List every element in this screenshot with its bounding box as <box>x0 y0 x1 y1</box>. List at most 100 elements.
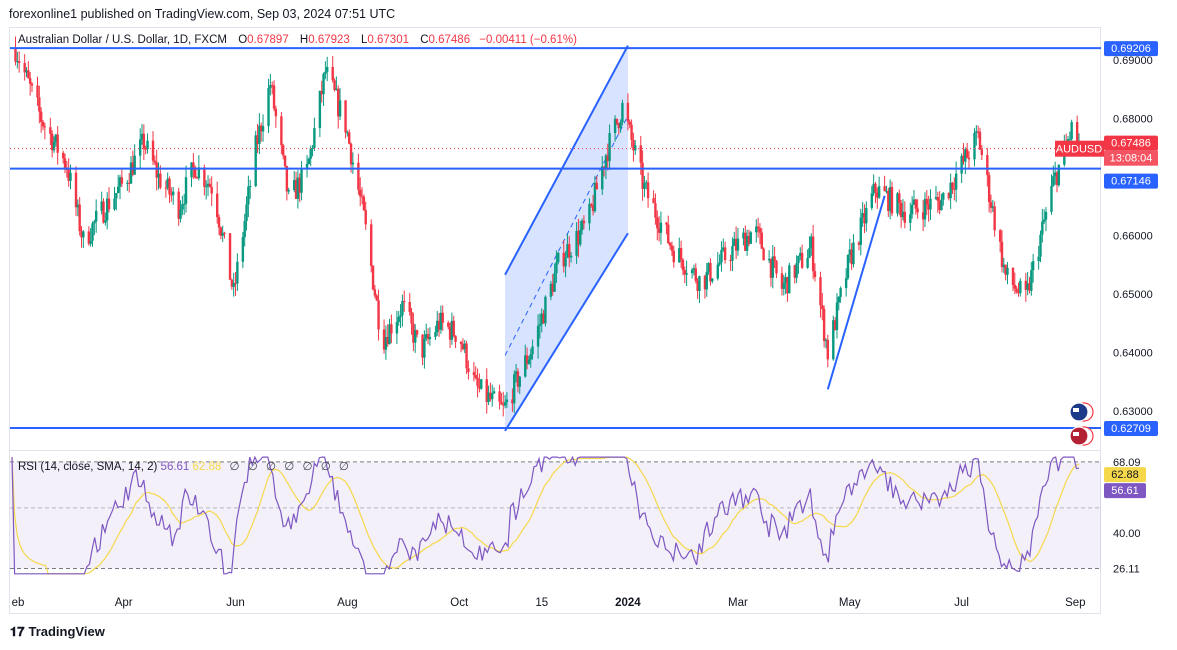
empty-value-5: ∅ <box>302 461 313 473</box>
candle-down <box>668 243 672 246</box>
candle-down <box>362 196 366 211</box>
candle-down <box>415 330 419 335</box>
candle-down <box>628 121 631 125</box>
candle-down <box>441 312 444 323</box>
price-channel <box>504 45 629 432</box>
candle-down <box>359 189 362 197</box>
candle-up <box>749 232 752 244</box>
candle-down <box>408 302 411 313</box>
candle-down <box>344 100 347 133</box>
rsi-legend[interactable]: RSI (14, close, SMA, 14, 2) 56.61 62.88 … <box>18 459 349 473</box>
candle-down <box>467 368 470 373</box>
candle-up <box>133 155 136 175</box>
candle-down <box>582 220 586 224</box>
candle-up <box>531 346 534 355</box>
candle-up <box>659 222 663 233</box>
candle-up <box>608 133 611 162</box>
candle-down <box>474 375 477 378</box>
candle-down <box>626 102 630 122</box>
candle-down <box>898 193 901 203</box>
candle-up <box>564 257 567 267</box>
candle-down <box>459 341 463 345</box>
open-value: 0.67897 <box>247 34 289 46</box>
candle-up <box>204 186 208 188</box>
candle-up <box>553 273 556 292</box>
candle-down <box>472 372 476 376</box>
candle-up <box>685 273 688 275</box>
candle-up <box>569 255 573 258</box>
candle-up <box>877 186 881 198</box>
price-chart[interactable]: 0.69000 0.68000 0.66000 0.65000 0.64000 0.630… <box>0 0 1177 650</box>
candle-down <box>370 224 373 266</box>
candle-down <box>102 201 105 223</box>
candle-down <box>568 244 571 258</box>
candle-up <box>179 209 182 219</box>
candle-down <box>223 232 226 234</box>
candle-up <box>518 376 521 387</box>
candle-down <box>333 80 336 90</box>
candle-up <box>527 359 531 364</box>
time-tick-11: Sep <box>1065 597 1085 609</box>
candle-down <box>811 236 815 272</box>
candle-up <box>181 204 184 210</box>
candle-down <box>654 203 657 218</box>
candle-up <box>91 223 94 241</box>
time-tick-3: Jun <box>226 597 245 609</box>
tradingview-logo[interactable]: 𝟏𝟕 TradingView <box>10 624 105 640</box>
candle-down <box>670 245 674 251</box>
channel-fill <box>505 45 628 431</box>
candle-up <box>910 204 914 215</box>
candle-down <box>590 204 593 206</box>
candle-up <box>852 242 855 265</box>
time-tick-1: eb <box>12 597 25 609</box>
empty-value-6: ∅ <box>320 461 331 473</box>
candle-down <box>107 198 111 210</box>
price-tick-5: 0.64000 <box>1113 348 1153 360</box>
candle-up <box>846 254 850 279</box>
candle-down <box>228 233 232 280</box>
price-tick-6: 0.63000 <box>1113 406 1153 418</box>
low-value: 0.67301 <box>367 34 409 46</box>
price-tick-3: 0.66000 <box>1113 231 1153 243</box>
candle-up <box>544 296 547 324</box>
candle-up <box>711 278 714 282</box>
candle-down <box>630 124 633 140</box>
candle-up <box>261 126 265 132</box>
candle-down <box>656 217 659 229</box>
candle-down <box>639 145 642 163</box>
candle-up <box>491 393 494 400</box>
candle-down <box>476 377 479 386</box>
candle-up <box>795 263 798 278</box>
symbol-legend[interactable]: Australian Dollar / U.S. Dollar, 1D, FXC… <box>18 34 577 46</box>
rsi-label-1: 62.88 <box>1111 469 1139 481</box>
candle-down <box>285 166 289 192</box>
candle-down <box>667 224 670 244</box>
candle-down <box>410 312 413 324</box>
candle-down <box>203 167 206 187</box>
candle-down <box>63 158 67 168</box>
candle-down <box>822 308 826 341</box>
candle-down <box>925 198 929 205</box>
candle-down <box>14 48 17 62</box>
candle-down <box>151 140 155 161</box>
candle-down <box>758 228 762 233</box>
time-axis: eb Apr Jun Aug Oct 15 2024 Mar May Jul Sep <box>12 597 1086 609</box>
candle-down <box>56 134 59 153</box>
candle-up <box>311 147 314 149</box>
candle-up <box>318 91 322 129</box>
candle-down <box>978 131 982 150</box>
candle-up <box>1006 267 1009 275</box>
tv-logo-icon: 𝟏𝟕 <box>10 624 25 639</box>
rsi-tick-2: 40.00 <box>1113 528 1141 540</box>
candle-up <box>557 252 560 263</box>
candle-down <box>980 149 984 156</box>
candle-up <box>236 261 239 284</box>
candle-down <box>951 182 954 189</box>
candle-up <box>788 265 791 294</box>
candle-down <box>61 152 65 159</box>
rsi-tick-1: 68.09 <box>1113 457 1141 469</box>
candle-down <box>936 197 940 201</box>
candle-down <box>142 133 146 149</box>
candle-down <box>364 210 367 225</box>
candle-up <box>434 332 437 337</box>
